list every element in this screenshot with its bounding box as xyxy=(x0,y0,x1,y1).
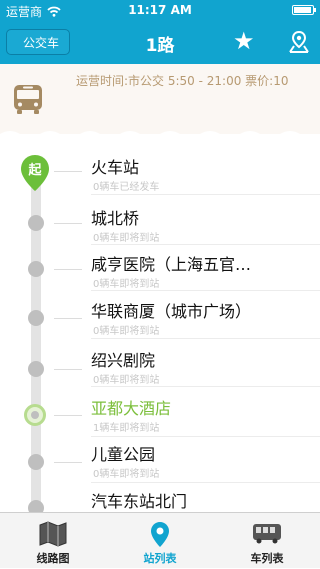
start-marker-label: 起 xyxy=(28,163,42,178)
stop-connector xyxy=(54,223,82,224)
map-icon xyxy=(39,521,67,547)
map-pin-icon[interactable] xyxy=(287,30,311,54)
stop-status: 0辆车已经发车 xyxy=(93,182,160,193)
stop-name[interactable]: 汽车东站北门 xyxy=(91,488,187,512)
location-pin-icon xyxy=(151,522,169,547)
tab-label: 站列表 xyxy=(143,552,177,565)
stop-name[interactable]: 儿童公园 xyxy=(91,441,155,465)
tab-stop-list[interactable]: 站列表 xyxy=(107,513,213,569)
battery-icon xyxy=(292,5,316,15)
wave-divider xyxy=(0,131,320,140)
stop-connector xyxy=(54,369,82,370)
stop-status: 0辆车即将到站 xyxy=(93,469,160,480)
stop-dot xyxy=(28,261,44,277)
nav-bar: 公交车 1路 ★ xyxy=(0,20,320,64)
stop-name[interactable]: 绍兴剧院 xyxy=(91,347,155,371)
tab-label: 线路图 xyxy=(36,552,70,565)
stop-name[interactable]: 咸亨医院（上海五官… xyxy=(91,251,251,275)
tab-label: 车列表 xyxy=(250,552,284,565)
divider xyxy=(91,482,320,483)
stop-status: 0辆车即将到站 xyxy=(93,233,160,244)
status-bar: 运营商 11:17 AM xyxy=(0,0,320,20)
divider xyxy=(91,436,320,437)
stop-status: 0辆车即将到站 xyxy=(93,279,160,290)
stop-connector xyxy=(54,462,82,463)
stop-connector xyxy=(54,415,82,416)
divider xyxy=(91,244,320,245)
divider xyxy=(91,386,320,387)
bus-icon xyxy=(253,524,281,544)
stop-name[interactable]: 城北桥 xyxy=(91,205,139,229)
stop-connector xyxy=(54,318,82,319)
current-stop-name[interactable]: 亚都大酒店 xyxy=(91,395,171,419)
stop-dot xyxy=(28,215,44,231)
current-stop-dot xyxy=(24,404,46,426)
stop-dot xyxy=(28,310,44,326)
operating-info: 运营时间:市公交 5:50 - 21:00 票价:10 xyxy=(76,74,289,88)
stop-connector xyxy=(54,171,82,172)
status-time: 11:17 AM xyxy=(128,3,192,17)
divider xyxy=(91,338,320,339)
bus-icon xyxy=(14,85,42,114)
page-title: 1路 xyxy=(145,36,175,56)
tab-bus-list[interactable]: 车列表 xyxy=(214,513,320,569)
stop-status: 1辆车即将到站 xyxy=(93,423,160,434)
stop-status: 0辆车即将到站 xyxy=(93,375,160,386)
stop-name[interactable]: 火车站 xyxy=(91,154,139,178)
tab-bar: 线路图 站列表 车列表 xyxy=(0,512,320,568)
divider xyxy=(91,290,320,291)
tab-route-map[interactable]: 线路图 xyxy=(0,513,106,569)
stop-dot xyxy=(28,454,44,470)
stop-dot xyxy=(28,361,44,377)
stop-connector xyxy=(54,269,82,270)
star-icon[interactable]: ★ xyxy=(233,29,255,53)
stop-status: 0辆车即将到站 xyxy=(93,326,160,337)
stop-name[interactable]: 华联商厦（城市广场） xyxy=(91,298,251,322)
divider xyxy=(91,194,320,195)
